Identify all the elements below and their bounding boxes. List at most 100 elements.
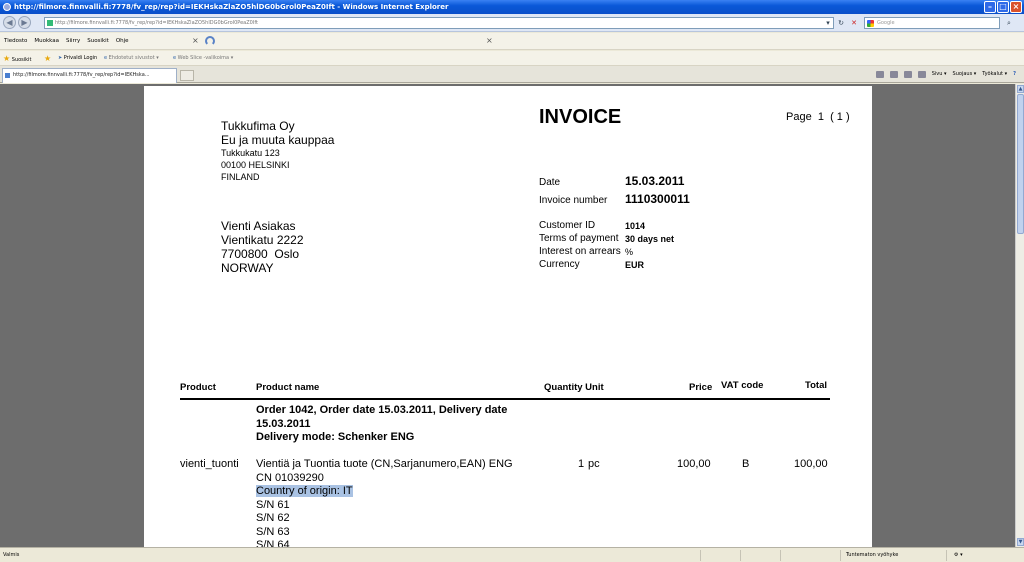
- close-toolbar-icon[interactable]: ×: [192, 36, 199, 45]
- search-icon[interactable]: ⌕: [1004, 17, 1014, 29]
- col-product-name: Product name: [256, 382, 320, 393]
- buyer-address: Vienti Asiakas Vientikatu 2222 7700800 O…: [221, 219, 304, 275]
- new-tab-button[interactable]: [180, 70, 194, 81]
- feeds-icon[interactable]: [889, 71, 898, 78]
- item-quantity: 1: [578, 458, 585, 470]
- header-rule: [180, 398, 830, 400]
- invoice-number-label: Invoice number: [539, 195, 608, 206]
- help-icon[interactable]: ?: [1013, 66, 1016, 83]
- browser-window: http://filmore.finnvalli.fi:7778/fv_rep/…: [0, 0, 1024, 562]
- invoice-document: Tukkufima Oy Eu ja muuta kauppaa Tukkuka…: [144, 86, 872, 547]
- back-button[interactable]: ◀: [3, 16, 16, 29]
- order-line-3: Delivery mode: Schenker ENG: [256, 431, 415, 443]
- title-bar: http://filmore.finnvalli.fi:7778/fv_rep/…: [0, 0, 1024, 14]
- interest-label: Interest on arrears: [539, 246, 621, 257]
- buyer-postal: 7700800 Oslo: [221, 247, 300, 261]
- col-quantity-unit: Quantity Unit: [544, 382, 604, 393]
- address-dropdown-icon[interactable]: ▾: [823, 17, 833, 29]
- address-url: http://filmore.finnvalli.fi:7778/fv_rep/…: [55, 20, 258, 26]
- print-icon[interactable]: [917, 71, 926, 78]
- vertical-scrollbar[interactable]: ▲ ▼: [1015, 84, 1024, 547]
- col-total: Total: [805, 380, 827, 391]
- col-product: Product: [180, 382, 216, 393]
- scroll-thumb[interactable]: [1017, 94, 1024, 234]
- item-product: vienti_tuonti: [180, 458, 239, 470]
- home-icon[interactable]: [875, 71, 884, 78]
- seller-country: FINLAND: [221, 172, 260, 182]
- search-placeholder: Google: [877, 20, 895, 26]
- status-bar: Valmis Tuntematon vyöhyke ⚙ ▾: [0, 547, 1024, 562]
- window-title: http://filmore.finnvalli.fi:7778/fv_rep/…: [14, 3, 449, 11]
- date-value: 15.03.2011: [625, 174, 685, 188]
- maximize-button[interactable]: □: [997, 1, 1009, 13]
- buyer-country: NORWAY: [221, 261, 274, 275]
- item-serial: S/N 64: [256, 539, 290, 547]
- seller-address: Tukkufima Oy Eu ja muuta kauppaa Tukkuka…: [221, 119, 334, 183]
- currency-label: Currency: [539, 259, 580, 270]
- tab-page-icon: [5, 73, 10, 78]
- ie-logo-icon: [3, 3, 11, 11]
- item-total: 100,00: [794, 458, 828, 470]
- seller-tagline: Eu ja muuta kauppaa: [221, 133, 335, 147]
- item-name: Vientiä ja Tuontia tuote (CN,Sarjanumero…: [256, 458, 513, 470]
- item-vat-code: B: [742, 458, 750, 470]
- page-viewport: Tukkufima Oy Eu ja muuta kauppaa Tukkuka…: [0, 84, 1015, 547]
- seller-postal: 00100 HELSINKI: [221, 160, 290, 170]
- currency-value: EUR: [625, 260, 645, 270]
- protected-mode-icon[interactable]: ⚙ ▾: [954, 548, 963, 562]
- cmd-safety[interactable]: Suojaus ▾: [953, 66, 977, 83]
- item-serial: S/N 63: [256, 525, 290, 538]
- status-divider: [780, 550, 781, 561]
- tab-label: http://filmore.finnvalli.fi:7778/fv_rep/…: [13, 72, 150, 78]
- buyer-name: Vienti Asiakas: [221, 219, 296, 233]
- search-input[interactable]: Google: [864, 17, 1000, 29]
- status-divider: [946, 550, 947, 561]
- cmd-tools[interactable]: Työkalut ▾: [982, 66, 1007, 83]
- scroll-up-icon[interactable]: ▲: [1017, 85, 1024, 93]
- menu-bar: Tiedosto Muokkaa Siirry Suosikit Ohje × …: [0, 33, 1024, 50]
- close-window-button[interactable]: ×: [1010, 1, 1022, 13]
- invoice-number-value: 1110300011: [625, 192, 690, 206]
- menu-file[interactable]: Tiedosto: [4, 33, 27, 50]
- status-divider: [740, 550, 741, 561]
- page-icon: [47, 20, 53, 26]
- terms-label: Terms of payment: [539, 233, 619, 244]
- stop-button[interactable]: ✕: [849, 17, 859, 29]
- item-origin: Country of origin: IT: [256, 485, 353, 497]
- forward-button[interactable]: ▶: [18, 16, 31, 29]
- mail-icon[interactable]: [903, 71, 912, 78]
- tab-active[interactable]: http://filmore.finnvalli.fi:7778/fv_rep/…: [2, 68, 177, 83]
- fav-web-slice-gallery[interactable]: e Web Slice -valikoima ▾: [173, 51, 233, 66]
- close-toolbar-icon-2[interactable]: ×: [486, 36, 493, 45]
- interest-value: %: [625, 247, 634, 257]
- menu-edit[interactable]: Muokkaa: [34, 33, 59, 50]
- minimize-button[interactable]: –: [984, 1, 996, 13]
- feed-icon[interactable]: [205, 36, 215, 46]
- cmd-page[interactable]: Sivu ▾: [932, 66, 947, 83]
- security-zone: Tuntematon vyöhyke: [846, 552, 899, 558]
- fav-suggested-sites[interactable]: e Ehdotetut sivustot ▾: [104, 51, 159, 66]
- order-line-2: 15.03.2011: [256, 417, 311, 430]
- page-number: Page 1 ( 1 ): [786, 111, 850, 123]
- status-divider: [840, 550, 841, 561]
- tab-row: http://filmore.finnvalli.fi:7778/fv_rep/…: [0, 66, 1024, 83]
- menu-go[interactable]: Siirry: [66, 33, 80, 50]
- refresh-button[interactable]: ↻: [836, 17, 846, 29]
- seller-name: Tukkufima Oy: [221, 119, 295, 133]
- star-icon: ★: [3, 54, 11, 63]
- google-icon: [867, 20, 874, 27]
- address-input[interactable]: http://filmore.finnvalli.fi:7778/fv_rep/…: [44, 17, 834, 29]
- invoice-title: INVOICE: [539, 106, 622, 128]
- item-serial: S/N 61: [256, 498, 290, 511]
- menu-help[interactable]: Ohje: [116, 33, 129, 50]
- customer-id-value: 1014: [625, 221, 646, 231]
- item-cn: CN 01039290: [256, 471, 324, 484]
- menu-favorites[interactable]: Suosikit: [87, 33, 109, 50]
- fav-privaldi-login[interactable]: ➤ Privaldi Login: [58, 51, 97, 66]
- date-label: Date: [539, 177, 561, 188]
- address-toolbar: ◀ ▶ http://filmore.finnvalli.fi:7778/fv_…: [0, 14, 1024, 32]
- scroll-down-icon[interactable]: ▼: [1017, 538, 1024, 546]
- favorites-bar: ★ Suosikit ★ ➤ Privaldi Login e Ehdotetu…: [0, 51, 1024, 66]
- col-vat-code: VAT code: [721, 380, 764, 391]
- item-price: 100,00: [677, 458, 711, 470]
